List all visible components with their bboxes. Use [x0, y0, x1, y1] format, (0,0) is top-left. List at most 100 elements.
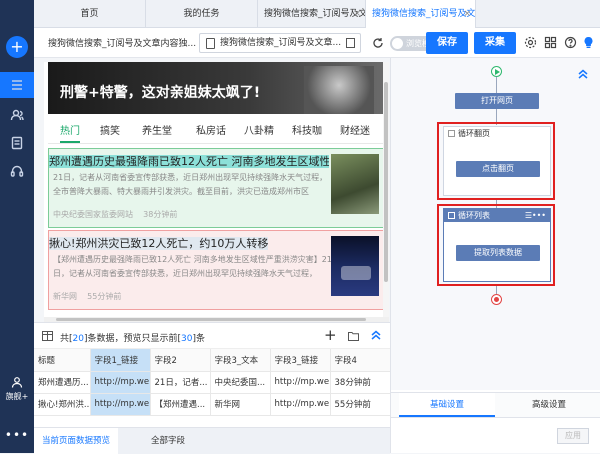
- category-private[interactable]: 私房话: [196, 122, 226, 137]
- category-tech[interactable]: 科技咖: [292, 122, 322, 137]
- workflow-canvas[interactable]: 打开网页 循环翻页 点击翻页 循环列表 ☰ ••• 提取列表数据: [391, 58, 600, 390]
- loop-header[interactable]: 循环翻页: [444, 127, 550, 140]
- tab-all-fields[interactable]: 全部字段: [138, 428, 198, 454]
- list-icon: [12, 80, 22, 90]
- headset-icon: [10, 165, 24, 177]
- news-headline[interactable]: 郑州遭遇历史最强降雨已致12人死亡 河南多地发生区域性...: [49, 153, 329, 169]
- lightbulb-icon[interactable]: [582, 36, 595, 49]
- add-field-button[interactable]: +: [324, 328, 337, 343]
- help-icon[interactable]: [564, 36, 577, 49]
- table-cell[interactable]: http://mp.we...: [90, 393, 151, 416]
- news-headline[interactable]: 揪心!郑州洪灾已致12人死亡，约10万人转移: [49, 235, 329, 251]
- flow-start-icon: [491, 66, 502, 77]
- chevron-up-icon[interactable]: [370, 329, 382, 341]
- new-task-button[interactable]: +: [6, 36, 28, 58]
- browser-view[interactable]: 刑警+特警，这对亲姐妹太飒了! 热门 搞笑 养生堂 私房话 八卦精 科技咖 财经…: [44, 62, 389, 317]
- column-header[interactable]: 字段4: [330, 349, 391, 372]
- more-menu-button[interactable]: •••: [0, 428, 34, 442]
- news-thumbnail[interactable]: [331, 236, 379, 296]
- data-preview-tabs: 当前页面数据预览 全部字段: [34, 427, 390, 454]
- task-name[interactable]: 搜狗微信搜索_订阅号及文章内容独...: [48, 36, 196, 49]
- category-finance[interactable]: 财经迷: [340, 122, 370, 137]
- table-cell[interactable]: http://mp.we...: [90, 371, 151, 394]
- news-thumbnail[interactable]: [331, 154, 379, 214]
- flow-end-icon: [491, 294, 502, 305]
- toolbar: 搜狗微信搜索_订阅号及文章内容独... 搜狗微信搜索_订阅号及文章... 浏览模…: [34, 28, 600, 58]
- loop-list[interactable]: 循环列表 ☰ ••• 提取列表数据: [443, 208, 551, 282]
- avatar-icon: [11, 377, 23, 388]
- node-click-next-page[interactable]: 点击翻页: [456, 161, 540, 177]
- table-row: 揪心!郑州洪... http://mp.we... 【郑州遭遇... 新华网 h…: [34, 393, 391, 416]
- banner-image[interactable]: 刑警+特警，这对亲姐妹太飒了!: [48, 62, 384, 114]
- table-cell[interactable]: 新华网: [210, 393, 271, 416]
- list-item[interactable]: 揪心!郑州洪灾已致12人死亡，约10万人转移 【郑州遭遇历史最强降雨已致12人死…: [48, 230, 384, 310]
- column-header[interactable]: 字段3_链接: [270, 349, 331, 372]
- copy-icon[interactable]: [346, 38, 355, 48]
- document-icon: [11, 136, 23, 150]
- table-cell[interactable]: 揪心!郑州洪...: [34, 393, 91, 416]
- table-cell[interactable]: 38分钟前: [330, 371, 391, 394]
- apply-button[interactable]: 应用: [557, 428, 589, 444]
- column-header[interactable]: 字段2: [150, 349, 211, 372]
- folder-icon[interactable]: [348, 331, 359, 341]
- table-cell[interactable]: 中央纪委国...: [210, 371, 271, 394]
- category-funny[interactable]: 搞笑: [100, 122, 120, 137]
- settings-tabs: 基础设置 高级设置: [391, 392, 600, 418]
- data-preview-header: 共[20]条数据，预览只显示前[30]条 +: [34, 323, 390, 349]
- flow-connector: [496, 286, 497, 294]
- scrollbar-thumb[interactable]: [56, 318, 366, 321]
- node-open-webpage[interactable]: 打开网页: [455, 93, 539, 109]
- loop-header[interactable]: 循环列表 ☰ •••: [444, 209, 550, 222]
- sidebar-item-team[interactable]: [0, 102, 34, 128]
- table-cell[interactable]: 【郑州遭遇...: [150, 393, 211, 416]
- tab-my-tasks[interactable]: 我的任务: [146, 0, 258, 28]
- collapse-icon[interactable]: [448, 212, 455, 219]
- close-icon[interactable]: ×: [353, 0, 361, 28]
- table-cell[interactable]: 21日，记者...: [150, 371, 211, 394]
- browser-vertical-scrollbar[interactable]: [383, 62, 389, 317]
- refresh-icon[interactable]: [372, 37, 384, 49]
- flow-connector: [496, 77, 497, 93]
- sidebar-item-tasks[interactable]: [0, 72, 34, 98]
- news-summary: 【郑州遭遇历史最强降雨已致12人死亡 河南多地发生区域性严重洪涝灾害】21日，记…: [53, 255, 332, 278]
- url-field[interactable]: 搜狗微信搜索_订阅号及文章...: [199, 33, 361, 53]
- more-icon[interactable]: •••: [532, 209, 546, 222]
- tab-task-1[interactable]: 搜狗微信搜索_订阅号及文 ×: [258, 0, 366, 28]
- collect-button[interactable]: 采集: [474, 32, 516, 54]
- chevron-up-icon[interactable]: [577, 68, 589, 80]
- table-cell[interactable]: http://mp.we...: [270, 371, 331, 394]
- grid-icon[interactable]: [544, 36, 557, 49]
- sidebar: + 旗舰+ •••: [0, 0, 34, 453]
- table-cell[interactable]: 郑州遭遇历...: [34, 371, 91, 394]
- tab-home[interactable]: 首页: [34, 0, 146, 28]
- column-header[interactable]: 字段1_链接: [90, 349, 151, 372]
- category-nav: 热门 搞笑 养生堂 私房话 八卦精 科技咖 财经迷: [48, 114, 384, 144]
- table-cell[interactable]: http://mp.we...: [270, 393, 331, 416]
- news-meta: 中央纪委国家监委网站 38分钟前: [53, 210, 178, 219]
- gear-icon[interactable]: [524, 36, 537, 49]
- column-header[interactable]: 标题: [34, 349, 91, 372]
- close-icon[interactable]: ×: [463, 0, 471, 28]
- table-cell[interactable]: 55分钟前: [330, 393, 391, 416]
- tab-current-page-preview[interactable]: 当前页面数据预览: [34, 428, 118, 454]
- sidebar-item-templates[interactable]: [0, 130, 34, 156]
- node-extract-list-data[interactable]: 提取列表数据: [456, 245, 540, 261]
- tab-basic-settings[interactable]: 基础设置: [399, 393, 495, 417]
- account-flagship[interactable]: 旗舰+: [0, 376, 34, 402]
- tab-task-2[interactable]: 搜狗微信搜索_订阅号及文 ×: [366, 0, 476, 28]
- column-header[interactable]: 字段3_文本: [210, 349, 271, 372]
- banner-title[interactable]: 刑警+特警，这对亲姐妹太飒了!: [60, 82, 260, 102]
- list-item[interactable]: 郑州遭遇历史最强降雨已致12人死亡 河南多地发生区域性... 21日，记者从河南…: [48, 148, 384, 228]
- account-plan-label: 旗舰+: [5, 392, 29, 401]
- tab-bar: 首页 我的任务 搜狗微信搜索_订阅号及文 × 搜狗微信搜索_订阅号及文 ×: [34, 0, 600, 28]
- scrollbar-thumb[interactable]: [384, 82, 388, 282]
- tab-advanced-settings[interactable]: 高级设置: [501, 393, 597, 417]
- category-hot[interactable]: 热门: [60, 122, 80, 143]
- collapse-icon[interactable]: [448, 130, 455, 137]
- sidebar-item-support[interactable]: [0, 158, 34, 184]
- category-gossip[interactable]: 八卦精: [244, 122, 274, 137]
- loop-pagination[interactable]: 循环翻页 点击翻页: [443, 126, 551, 196]
- data-count: 共[20]条数据，预览只显示前[30]条: [60, 334, 205, 344]
- save-button[interactable]: 保存: [426, 32, 468, 54]
- category-health[interactable]: 养生堂: [142, 122, 172, 137]
